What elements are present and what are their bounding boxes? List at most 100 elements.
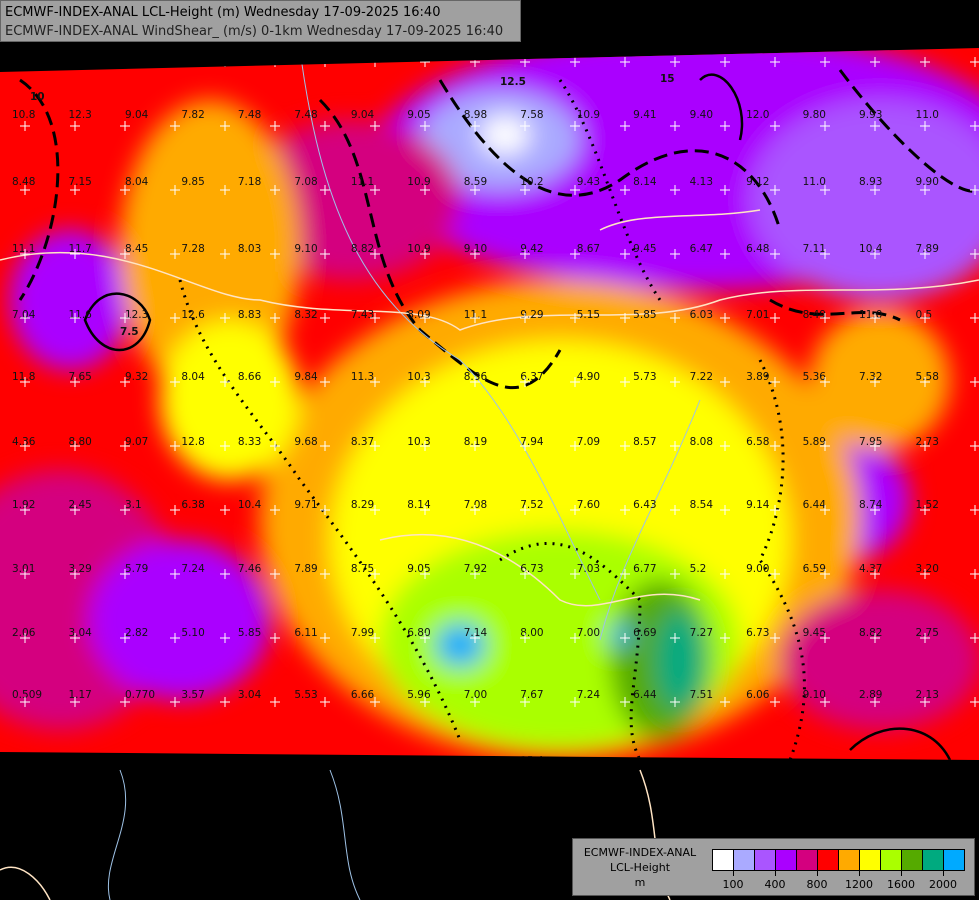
windshear-value-label: 5.79 xyxy=(125,563,148,575)
windshear-value-label: 9.00 xyxy=(746,563,769,575)
windshear-value-label: 9.71 xyxy=(294,499,317,511)
windshear-value-label: 1.92 xyxy=(12,499,35,511)
windshear-value-label: 6.38 xyxy=(181,499,204,511)
windshear-value-label: 7.15 xyxy=(68,176,91,188)
windshear-value-label: 6.73 xyxy=(746,627,769,639)
windshear-value-label: 6.43 xyxy=(633,499,656,511)
windshear-value-label: 7.18 xyxy=(238,176,261,188)
windshear-value-label: 1.17 xyxy=(68,689,91,701)
windshear-value-label: 8.57 xyxy=(633,436,656,448)
legend-swatch xyxy=(860,850,881,870)
windshear-value-label: 1.52 xyxy=(916,499,939,511)
windshear-value-label: 8.04 xyxy=(125,176,149,188)
windshear-value-label: 8.75 xyxy=(351,563,374,575)
windshear-value-label: 7.48 xyxy=(294,109,317,121)
windshear-value-label: 8.33 xyxy=(238,436,261,448)
windshear-value-label: 6.77 xyxy=(633,563,656,575)
legend-title: ECMWF-INDEX-ANAL LCL-Height m xyxy=(579,845,701,890)
windshear-value-label: 6.69 xyxy=(633,627,656,639)
windshear-value-label: 11.6 xyxy=(68,309,92,321)
windshear-value-label: 3.04 xyxy=(68,627,92,639)
windshear-value-label: 9.85 xyxy=(181,176,204,188)
windshear-value-label: 7.28 xyxy=(181,243,204,255)
legend-tick xyxy=(775,871,776,876)
legend-tick-label: 2000 xyxy=(929,878,957,891)
windshear-value-label: 7.01 xyxy=(746,309,769,321)
legend-swatch xyxy=(776,850,797,870)
windshear-value-label: 8.66 xyxy=(238,371,262,383)
legend-swatch xyxy=(713,850,734,870)
windshear-value-label: 8.67 xyxy=(577,243,600,255)
windshear-value-label: 6.44 xyxy=(633,689,657,701)
windshear-value-label: 6.44 xyxy=(803,499,827,511)
windshear-value-label: 0.770 xyxy=(125,689,155,701)
windshear-value-label: 7.58 xyxy=(520,109,543,121)
windshear-value-label: 10.9 xyxy=(407,176,430,188)
windshear-value-label: 6.59 xyxy=(803,563,826,575)
windshear-value-label: 7.65 xyxy=(68,371,91,383)
windshear-value-label: 7.32 xyxy=(859,371,882,383)
windshear-value-label: 8.04 xyxy=(181,371,205,383)
windshear-value-label: 12.8 xyxy=(181,436,204,448)
windshear-value-label: 9.12 xyxy=(746,176,769,188)
legend-tick-label: 400 xyxy=(764,878,786,891)
windshear-value-label: 10.3 xyxy=(407,371,430,383)
windshear-value-label: 9.32 xyxy=(125,371,148,383)
windshear-value-label: 12.3 xyxy=(125,309,148,321)
windshear-value-label: 3.57 xyxy=(181,689,204,701)
windshear-value-label: 5.85 xyxy=(238,627,261,639)
windshear-value-label: 11.0 xyxy=(859,309,882,321)
windshear-value-label: 3.04 xyxy=(238,689,262,701)
windshear-value-label: 7.08 xyxy=(294,176,317,188)
windshear-value-label: 6.03 xyxy=(690,309,713,321)
windshear-value-label: 11.0 xyxy=(916,109,939,121)
legend-unit: m xyxy=(634,876,646,889)
legend-tick-label: 100 xyxy=(722,878,744,891)
legend-tick xyxy=(817,871,818,876)
legend-swatch xyxy=(881,850,902,870)
windshear-value-label: 3.1 xyxy=(125,499,142,511)
windshear-value-label: 5.58 xyxy=(916,371,939,383)
windshear-value-label: 5.73 xyxy=(633,371,656,383)
map-header: ECMWF-INDEX-ANAL LCL-Height (m) Wednesda… xyxy=(0,0,521,42)
windshear-value-label: 8.82 xyxy=(859,627,882,639)
windshear-value-label: 8.54 xyxy=(690,499,714,511)
windshear-value-label: 2.06 xyxy=(12,627,36,639)
windshear-value-label: 3.01 xyxy=(12,563,35,575)
windshear-value-label: 7.60 xyxy=(577,499,600,511)
windshear-value-label: 6.11 xyxy=(294,627,317,639)
windshear-value-label: 3.29 xyxy=(68,563,91,575)
contour-label: 12.5 xyxy=(500,76,526,88)
windshear-value-label: 10.4 xyxy=(859,243,883,255)
legend-title-line2: LCL-Height xyxy=(609,861,671,874)
windshear-value-label: 2.75 xyxy=(916,627,939,639)
windshear-value-label: 9.45 xyxy=(633,243,656,255)
windshear-value-label: 9.93 xyxy=(859,109,882,121)
windshear-value-label: 9.29 xyxy=(520,309,543,321)
legend-tick xyxy=(901,871,902,876)
windshear-value-label: 7.52 xyxy=(520,499,543,511)
weather-map: 10.8 12.3 9.04 7.82 7.48 7.48 9.04 9.05 8.98 7.58… xyxy=(0,0,979,900)
windshear-value-label: 7.82 xyxy=(181,109,204,121)
windshear-value-label: 9.40 xyxy=(690,109,713,121)
windshear-value-label: 7.14 xyxy=(464,627,488,639)
legend-swatch xyxy=(755,850,776,870)
windshear-value-label: 11.8 xyxy=(12,371,35,383)
windshear-value-label: 12.6 xyxy=(181,309,205,321)
windshear-value-label: 10.8 xyxy=(12,109,35,121)
windshear-value-label: 4.90 xyxy=(577,371,600,383)
windshear-value-label: 8.93 xyxy=(859,176,882,188)
windshear-value-label: 9.10 xyxy=(294,243,317,255)
header-line-lcl: ECMWF-INDEX-ANAL LCL-Height (m) Wednesda… xyxy=(5,5,441,20)
windshear-value-label: 7.46 xyxy=(238,563,262,575)
windshear-value-label: 5.10 xyxy=(181,627,204,639)
windshear-value-label: 8.49 xyxy=(803,309,826,321)
windshear-value-label: 9.42 xyxy=(520,243,543,255)
color-legend: ECMWF-INDEX-ANAL LCL-Height m 100 400 800 1… xyxy=(572,838,975,896)
windshear-value-label: 11.1 xyxy=(12,243,35,255)
windshear-value-label: 9.04 xyxy=(351,109,375,121)
windshear-value-label: 6.80 xyxy=(407,627,430,639)
windshear-value-label: 12.0 xyxy=(746,109,769,121)
windshear-value-label: 3.20 xyxy=(916,563,939,575)
legend-tick xyxy=(859,871,860,876)
